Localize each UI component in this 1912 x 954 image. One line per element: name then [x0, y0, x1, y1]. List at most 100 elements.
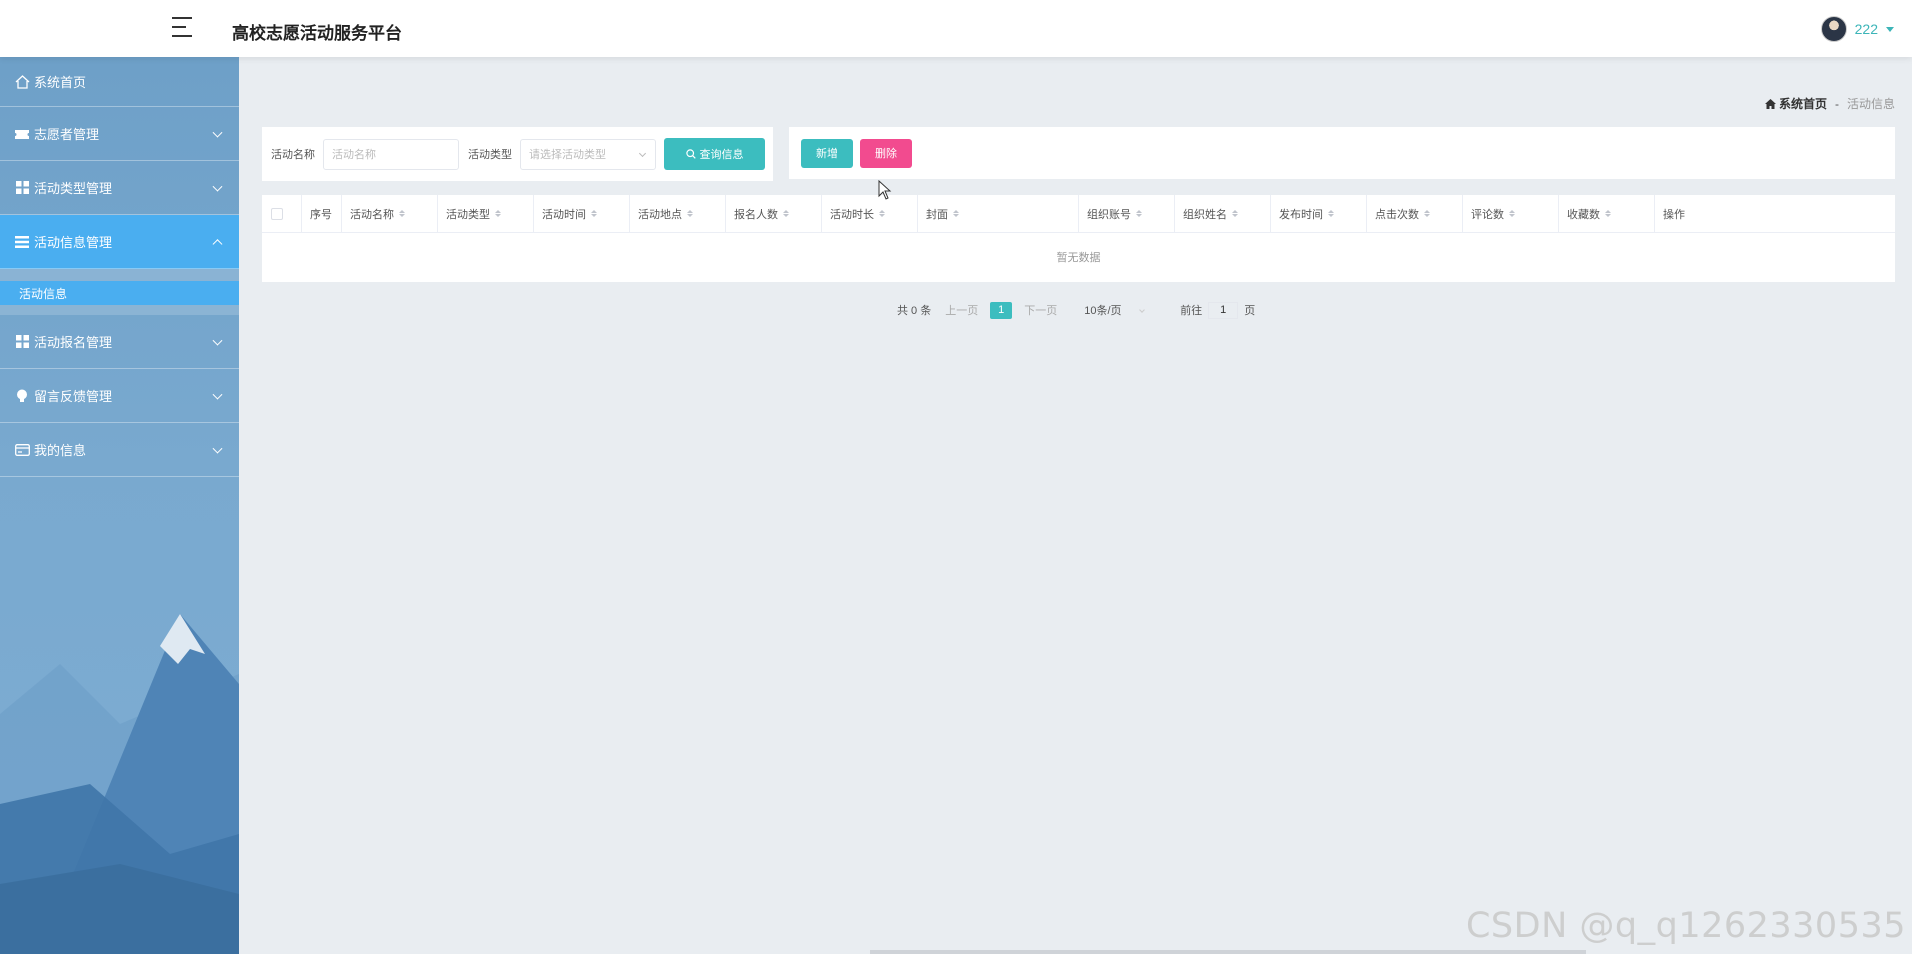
breadcrumb-home-label[interactable]: 系统首页 — [1779, 95, 1827, 112]
column-header[interactable]: 活动时间 — [534, 194, 630, 233]
activity-name-input[interactable]: 活动名称 — [323, 138, 459, 170]
user-name[interactable]: 222 — [1855, 21, 1878, 37]
avatar[interactable] — [1820, 16, 1847, 42]
sort-icon[interactable] — [399, 210, 405, 217]
chevron-down-icon — [638, 149, 647, 157]
mountain-background-image — [0, 614, 239, 954]
bulb-icon — [14, 389, 30, 403]
sidebar-item-volunteers[interactable]: 志愿者管理 — [0, 107, 239, 161]
column-header[interactable]: 组织姓名 — [1175, 194, 1271, 233]
table-header: 序号 活动名称 活动类型 活动时间 活动地点 报名人数 活动时长 封面 组织账号… — [262, 194, 1895, 233]
column-header[interactable]: 活动时长 — [822, 194, 918, 233]
sidebar-item-registrations[interactable]: 活动报名管理 — [0, 315, 239, 369]
goto-label: 前往 — [1180, 305, 1203, 317]
sidebar-item-home[interactable]: 系统首页 — [0, 57, 239, 107]
chevron-down-icon — [1138, 307, 1145, 313]
column-header: 序号 — [302, 194, 342, 233]
grid-icon — [14, 335, 30, 349]
sort-icon[interactable] — [1232, 210, 1238, 217]
sidebar-item-label: 活动报名管理 — [34, 335, 113, 350]
sort-icon[interactable] — [591, 210, 597, 217]
sidebar-item-label: 留言反馈管理 — [34, 389, 113, 404]
activity-type-placeholder: 请选择活动类型 — [529, 149, 606, 161]
breadcrumb: 系统首页 - 活动信息 — [1764, 95, 1895, 112]
search-panel: 活动名称 活动名称 活动类型 请选择活动类型 查询信息 — [262, 127, 773, 181]
column-header[interactable]: 收藏数 — [1559, 194, 1655, 233]
sort-icon[interactable] — [687, 210, 693, 217]
menu-toggle-icon[interactable] — [172, 17, 198, 39]
action-panel: 新增 删除 — [789, 127, 1895, 179]
column-header[interactable]: 评论数 — [1463, 194, 1559, 233]
add-button[interactable]: 新增 — [801, 138, 853, 168]
ticket-icon — [14, 127, 30, 141]
search-button-label: 查询信息 — [699, 149, 744, 161]
page-size-value: 10条/页 — [1084, 305, 1122, 317]
activity-table: 序号 活动名称 活动类型 活动时间 活动地点 报名人数 活动时长 封面 组织账号… — [262, 194, 1895, 282]
column-header: 操作 — [1663, 208, 1685, 221]
sort-icon[interactable] — [783, 210, 789, 217]
card-icon — [14, 443, 30, 457]
sidebar-item-activity-types[interactable]: 活动类型管理 — [0, 161, 239, 215]
top-header: 高校志愿活动服务平台 222 — [0, 0, 1912, 57]
sort-icon[interactable] — [1509, 210, 1515, 217]
sidebar-item-activity-info[interactable]: 活动信息管理 — [0, 215, 239, 269]
breadcrumb-home[interactable]: 系统首页 — [1764, 95, 1827, 112]
column-header[interactable]: 组织账号 — [1079, 194, 1175, 233]
submenu-item-activity-info[interactable]: 活动信息 — [0, 281, 239, 305]
goto-suffix: 页 — [1244, 305, 1256, 317]
sidebar-item-label: 我的信息 — [34, 443, 87, 458]
page-size-select[interactable]: 10条/页 — [1084, 302, 1145, 318]
sort-icon[interactable] — [1328, 210, 1334, 217]
sidebar-item-feedback[interactable]: 留言反馈管理 — [0, 369, 239, 423]
sort-icon[interactable] — [953, 210, 959, 217]
search-icon — [685, 149, 696, 159]
sidebar-item-label: 活动信息管理 — [34, 235, 113, 250]
sort-icon[interactable] — [495, 210, 501, 217]
column-header[interactable]: 报名人数 — [726, 194, 822, 233]
watermark-text: CSDN @q_q1262330535 — [1465, 906, 1906, 946]
select-all-checkbox[interactable] — [271, 207, 283, 220]
column-header[interactable]: 活动名称 — [342, 194, 438, 233]
chevron-down-icon — [212, 389, 223, 400]
sidebar: 系统首页 志愿者管理 活动类型管理 活动信息管理 活动信息 活动报名管理 留言反… — [0, 57, 239, 954]
delete-button[interactable]: 删除 — [860, 138, 912, 168]
sidebar-menu: 系统首页 志愿者管理 活动类型管理 活动信息管理 活动信息 活动报名管理 留言反… — [0, 57, 239, 477]
sidebar-item-label: 系统首页 — [34, 75, 87, 90]
goto-page: 前往 1 页 — [1180, 301, 1256, 319]
empty-text: 暂无数据 — [1056, 252, 1101, 264]
user-menu[interactable]: 222 — [1820, 16, 1894, 42]
column-header[interactable]: 发布时间 — [1271, 194, 1367, 233]
search-button[interactable]: 查询信息 — [664, 138, 765, 170]
sort-icon[interactable] — [1424, 210, 1430, 217]
chevron-down-icon — [212, 443, 223, 454]
chevron-down-icon — [212, 127, 223, 138]
sidebar-item-label: 志愿者管理 — [34, 127, 100, 142]
goto-page-input[interactable]: 1 — [1208, 301, 1239, 319]
app-title: 高校志愿活动服务平台 — [232, 24, 402, 43]
grid-icon — [14, 181, 30, 195]
prev-page-button[interactable]: 上一页 — [945, 302, 978, 318]
chevron-down-icon — [212, 335, 223, 346]
column-header[interactable]: 活动类型 — [438, 194, 534, 233]
chevron-up-icon — [212, 238, 223, 249]
activity-name-label: 活动名称 — [271, 149, 315, 161]
sidebar-item-my-info[interactable]: 我的信息 — [0, 423, 239, 477]
caret-down-icon[interactable] — [1886, 26, 1894, 32]
activity-type-select[interactable]: 请选择活动类型 — [520, 138, 656, 170]
home-icon — [1764, 98, 1776, 109]
pagination-total: 共 0 条 — [897, 305, 932, 317]
sort-icon[interactable] — [1605, 210, 1611, 217]
bottom-scrollbar[interactable] — [870, 950, 1586, 954]
column-header[interactable]: 封面 — [918, 194, 1079, 233]
column-header[interactable]: 点击次数 — [1367, 194, 1463, 233]
sort-icon[interactable] — [879, 210, 885, 217]
column-header[interactable]: 活动地点 — [630, 194, 726, 233]
breadcrumb-separator: - — [1834, 96, 1839, 111]
chevron-down-icon — [212, 181, 223, 192]
page-number-button[interactable]: 1 — [990, 301, 1013, 319]
sort-icon[interactable] — [1136, 210, 1142, 217]
breadcrumb-current: 活动信息 — [1846, 97, 1895, 111]
home-icon — [14, 74, 30, 89]
pagination: 共 0 条 上一页 1 下一页 10条/页 前往 1 页 — [897, 300, 1255, 320]
next-page-button[interactable]: 下一页 — [1024, 302, 1057, 318]
